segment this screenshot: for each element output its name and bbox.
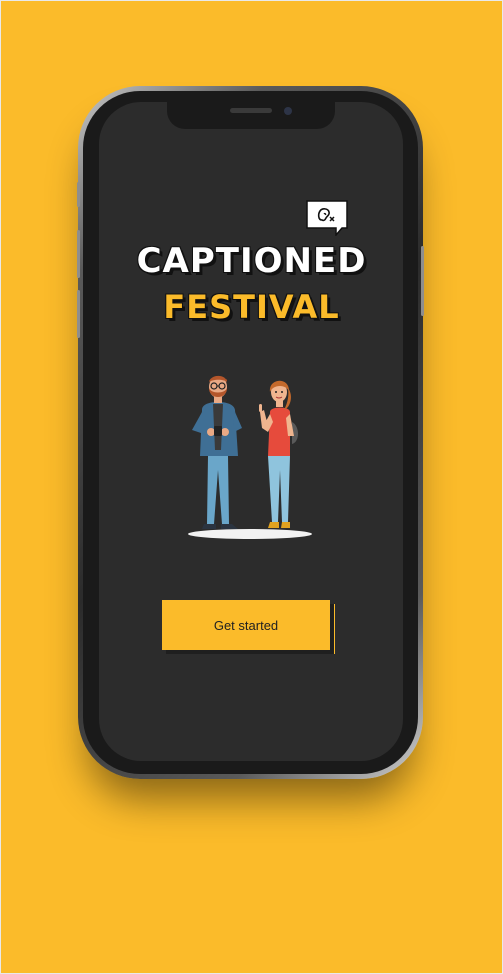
title-line-2: FESTIVAL (163, 288, 340, 326)
silent-switch (77, 182, 80, 207)
festival-goers-illustration (188, 375, 312, 539)
notch (167, 98, 335, 129)
hearing-caption-icon (306, 200, 348, 236)
front-camera (284, 107, 292, 115)
title-line-1: CAPTIONED (136, 241, 367, 281)
get-started-button[interactable]: Get started (162, 600, 330, 650)
speaker-grille (230, 108, 272, 113)
